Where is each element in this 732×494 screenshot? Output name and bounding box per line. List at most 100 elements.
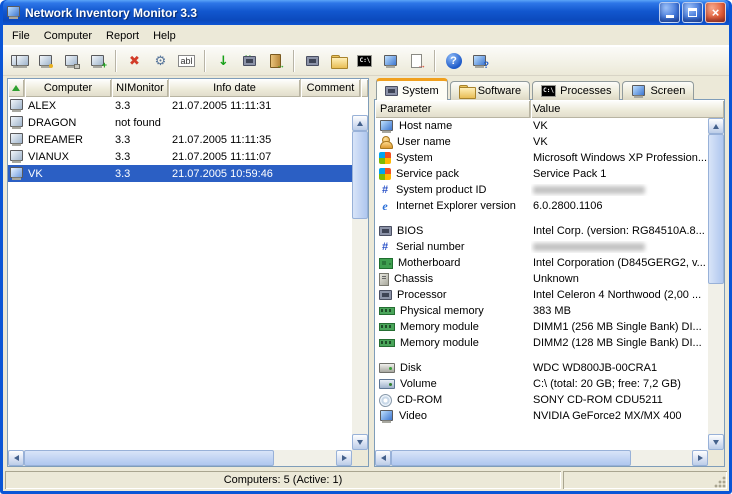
toolbar-separator	[115, 50, 117, 72]
detail-row-video[interactable]: Video NVIDIA GeForce2 MX/MX 400	[375, 408, 708, 424]
tab-screen[interactable]: Screen	[622, 81, 694, 100]
computer-properties-button[interactable]	[33, 49, 58, 73]
computer-row-vianux[interactable]: VIANUX 3.3 21.07.2005 11:11:07	[8, 148, 352, 165]
column-header-parameter[interactable]: Parameter	[375, 100, 531, 118]
param-label: Motherboard	[398, 257, 460, 269]
computer-rows: ALEX 3.3 21.07.2005 11:11:31 DRAGON not …	[8, 97, 352, 450]
horizontal-scrollbar[interactable]	[375, 450, 708, 466]
tab-software[interactable]: Software	[450, 81, 530, 100]
app-icon	[6, 6, 21, 19]
menu-file[interactable]: File	[5, 28, 37, 44]
user-icon	[379, 136, 392, 149]
minimize-button[interactable]	[659, 2, 680, 23]
detail-row-memory-module-2[interactable]: Memory module DIMM2 (128 MB Single Bank)…	[375, 335, 708, 351]
tab-processes[interactable]: C:\ Processes	[532, 81, 620, 100]
computer-row-dreamer[interactable]: DREAMER 3.3 21.07.2005 11:11:35	[8, 131, 352, 148]
scroll-thumb[interactable]	[708, 134, 724, 284]
scroll-right-button[interactable]	[336, 450, 352, 466]
system-info-button[interactable]	[300, 49, 325, 73]
tab-label: Software	[478, 85, 521, 97]
export-report-button[interactable]: →	[404, 49, 429, 73]
detail-row-processor[interactable]: Processor Intel Celeron 4 Northwood (2,0…	[375, 287, 708, 303]
menu-computer[interactable]: Computer	[37, 28, 99, 44]
detail-row-ie-version[interactable]: Internet Explorer version 6.0.2800.1106	[375, 198, 708, 214]
computer-name: VK	[25, 168, 112, 180]
scroll-down-button[interactable]	[352, 434, 368, 450]
service-pack-icon	[379, 168, 391, 180]
detail-row-host-name[interactable]: Host name VK	[375, 118, 708, 134]
scroll-track[interactable]	[708, 134, 724, 434]
detail-row-volume[interactable]: Volume C:\ (total: 20 GB; free: 7,2 GB)	[375, 376, 708, 392]
horizontal-scrollbar[interactable]	[8, 450, 352, 466]
column-header-value[interactable]: Value	[531, 100, 724, 118]
scroll-up-button[interactable]	[708, 118, 724, 134]
memory-icon	[379, 323, 395, 331]
detail-row-user-name[interactable]: User name VK	[375, 134, 708, 150]
detail-row-physical-memory[interactable]: Physical memory 383 MB	[375, 303, 708, 319]
scroll-down-button[interactable]	[708, 434, 724, 450]
param-value: NVIDIA GeForce2 MX/MX 400	[533, 410, 682, 422]
computer-row-alex[interactable]: ALEX 3.3 21.07.2005 11:11:31	[8, 97, 352, 114]
scan-network-button[interactable]	[7, 49, 32, 73]
options-button[interactable]: ⚙	[148, 49, 173, 73]
status-bar: Computers: 5 (Active: 1)	[3, 469, 729, 491]
param-label: Internet Explorer version	[396, 200, 516, 212]
scroll-thumb[interactable]	[24, 450, 274, 466]
scroll-track[interactable]	[391, 450, 692, 466]
column-header-comment[interactable]: Comment	[301, 79, 361, 97]
detail-row-cdrom[interactable]: CD-ROM SONY CD-ROM CDU5211	[375, 392, 708, 408]
param-label: Serial number	[396, 241, 464, 253]
computer-row-dragon[interactable]: DRAGON not found	[8, 114, 352, 131]
detail-row-serial-number[interactable]: Serial number	[375, 239, 708, 255]
software-info-button[interactable]	[326, 49, 351, 73]
computer-name: DREAMER	[25, 134, 112, 146]
sort-column-header[interactable]	[8, 79, 25, 97]
scroll-left-button[interactable]	[8, 450, 24, 466]
resize-grip[interactable]	[713, 475, 727, 489]
detail-row-system[interactable]: System Microsoft Windows XP Profession..…	[375, 150, 708, 166]
menu-bar: File Computer Report Help	[3, 25, 729, 46]
detail-row-bios[interactable]: BIOS Intel Corp. (version: RG84510A.8...	[375, 223, 708, 239]
param-value: DIMM1 (256 MB Single Bank) DI...	[533, 321, 702, 333]
plus-icon: +	[102, 61, 107, 70]
tab-system[interactable]: System	[376, 78, 448, 100]
scroll-right-button[interactable]	[692, 450, 708, 466]
scroll-track[interactable]	[24, 450, 336, 466]
arrow-down-icon	[357, 440, 363, 448]
detail-row-chassis[interactable]: Chassis Unknown	[375, 271, 708, 287]
maximize-button[interactable]	[682, 2, 703, 23]
scroll-up-button[interactable]	[352, 115, 368, 131]
detail-row-disk[interactable]: Disk WDC WD800JB-00CRA1	[375, 360, 708, 376]
detail-row-motherboard[interactable]: Motherboard Intel Corporation (D845GERG2…	[375, 255, 708, 271]
detail-row-memory-module-1[interactable]: Memory module DIMM1 (256 MB Single Bank)…	[375, 319, 708, 335]
processes-info-button[interactable]: C:\	[352, 49, 377, 73]
vertical-scrollbar[interactable]	[708, 118, 724, 450]
menu-help[interactable]: Help	[146, 28, 183, 44]
close-button[interactable]: ×	[705, 2, 726, 23]
param-label: Physical memory	[400, 305, 484, 317]
get-info-button[interactable]: ↓	[211, 49, 236, 73]
scroll-thumb[interactable]	[352, 131, 368, 219]
system-detail-panel: Parameter Value Host name VK User name V…	[374, 99, 725, 467]
info-date: 21.07.2005 11:11:35	[169, 134, 301, 146]
delete-computer-button[interactable]: ✖	[122, 49, 147, 73]
scroll-thumb[interactable]	[391, 450, 631, 466]
detail-row-product-id[interactable]: System product ID	[375, 182, 708, 198]
column-header-computer[interactable]: Computer	[25, 79, 112, 97]
rename-button[interactable]: abl	[174, 49, 199, 73]
scroll-left-button[interactable]	[375, 450, 391, 466]
column-header-info-date[interactable]: Info date	[169, 79, 301, 97]
menu-report[interactable]: Report	[99, 28, 146, 44]
screen-info-button[interactable]	[378, 49, 403, 73]
vertical-scrollbar[interactable]	[352, 115, 368, 450]
get-info-all-button[interactable]: ⇊	[237, 49, 262, 73]
add-computer-button[interactable]: +	[85, 49, 110, 73]
scroll-track[interactable]	[352, 131, 368, 434]
import-computer-button[interactable]	[59, 49, 84, 73]
column-header-nimonitor[interactable]: NIMonitor	[112, 79, 169, 97]
about-button[interactable]: ?	[467, 49, 492, 73]
help-button[interactable]: ?	[441, 49, 466, 73]
computer-row-vk-selected[interactable]: VK 3.3 21.07.2005 10:59:46	[8, 165, 352, 182]
exit-button[interactable]: →	[263, 49, 288, 73]
detail-row-service-pack[interactable]: Service pack Service Pack 1	[375, 166, 708, 182]
